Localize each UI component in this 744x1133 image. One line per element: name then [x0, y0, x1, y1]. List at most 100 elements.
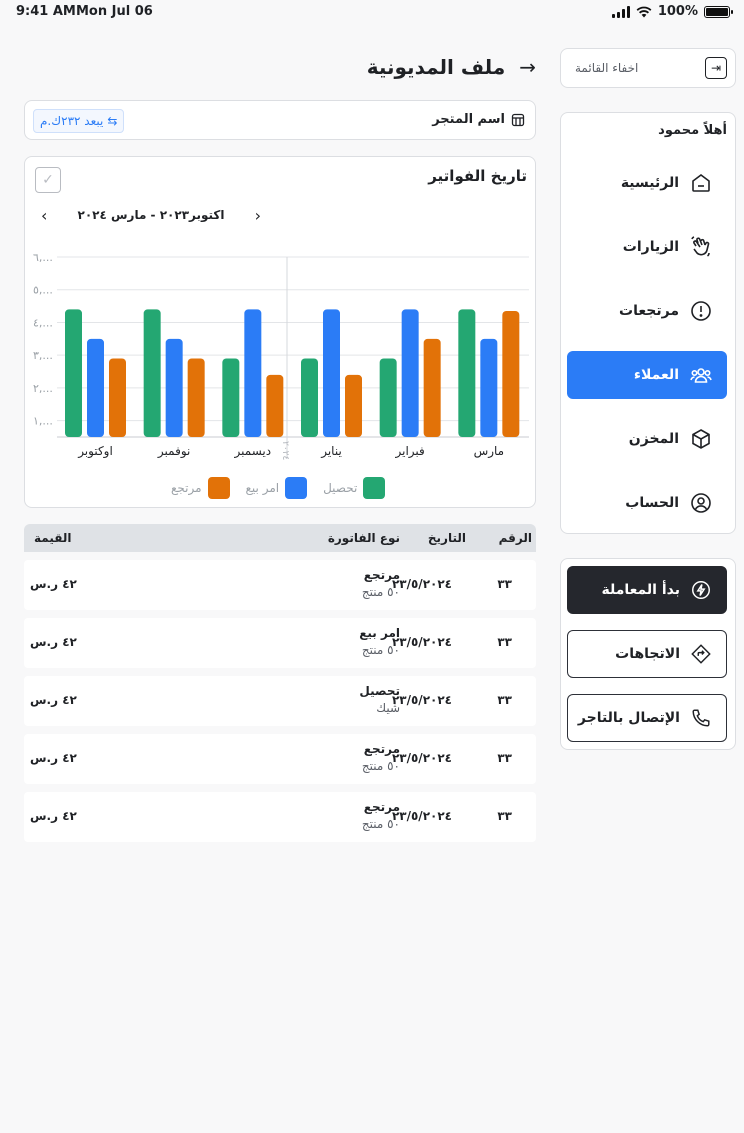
invoice-date: ٢٣/٥/٢٠٢٤ [391, 693, 452, 707]
invoice-number: ٣٣ [497, 809, 512, 823]
status-date: Mon Jul 06 [76, 4, 153, 19]
legend-item: امر بيع [246, 477, 308, 499]
chevron-left-icon[interactable]: ‹ [41, 206, 47, 225]
greeting: أهلاً محمود [658, 123, 727, 138]
wifi-icon [636, 6, 652, 17]
bar [379, 358, 397, 437]
x-tick-label: اوكتوبر [77, 444, 113, 459]
store-name: اسم المتجر [432, 112, 525, 127]
column-header-date: التاريخ [427, 531, 466, 545]
alert-circle-icon [691, 301, 711, 321]
invoice-type-label: مرتجع [363, 800, 400, 814]
sidebar-item-label: المخزن [628, 431, 679, 447]
y-tick-label: ٦,... [33, 251, 53, 264]
legend-swatch [285, 477, 308, 499]
distance-badge: يبعد ٢٣٢ك.م ⇆ [33, 109, 125, 133]
phone-icon [692, 709, 710, 727]
hide-menu-button[interactable]: اخفاء القائمة ⇥ [560, 48, 736, 88]
invoice-type-detail: ٥٠ منتج [361, 817, 400, 831]
directions-label: الاتجاهات [615, 646, 680, 662]
sidebar-item-label: العملاء [633, 367, 679, 383]
hide-menu-label: اخفاء القائمة [575, 61, 639, 75]
table-row[interactable]: ٣٣ ٢٣/٥/٢٠٢٤ تحصيل شيك ٤٢ ر.س [24, 676, 536, 726]
sidebar-item-visits[interactable]: الزيارات [567, 223, 727, 271]
invoice-type-label: امر بيع [359, 626, 400, 640]
back-arrow-icon[interactable]: → [519, 55, 536, 79]
page-header: ملف المديونية → [360, 52, 536, 82]
invoice-type-label: مرتجع [363, 568, 400, 582]
sidebar-item-account[interactable]: الحساب [567, 479, 727, 527]
home-icon [692, 174, 710, 192]
sidebar-nav: أهلاً محمود الرئيسية الزيارات مرتجعات ال… [560, 112, 736, 534]
start-transaction-button[interactable]: بدأ المعاملة [567, 566, 727, 614]
legend-label: امر بيع [245, 481, 280, 495]
invoice-date: ٢٣/٥/٢٠٢٤ [391, 751, 452, 765]
store-name-label: اسم المتجر [432, 112, 505, 127]
directions-button[interactable]: الاتجاهات [567, 630, 727, 678]
table-header: الرقم التاريخ نوع الفاتورة القيمة [24, 524, 536, 552]
battery-icon [704, 5, 733, 18]
invoice-type-label: تحصيل [359, 684, 400, 698]
date-range-nav: ‹ اكتوبر٢٠٢٣ - مارس ٢٠٢٤ › [41, 205, 261, 225]
sidebar-item-warehouse[interactable]: المخزن [567, 415, 727, 463]
table-row[interactable]: ٣٣ ٢٣/٥/٢٠٢٤ مرتجع ٥٠ منتج ٤٢ ر.س [24, 560, 536, 610]
bar [109, 358, 126, 437]
column-header-type: نوع الفاتورة [327, 531, 400, 545]
chart-legend: مرتجع امر بيع تحصيل [171, 477, 386, 499]
invoice-value: ٤٢ ر.س [30, 577, 77, 591]
bar [143, 309, 161, 437]
start-transaction-label: بدأ المعاملة [601, 582, 681, 598]
sidebar-item-customers[interactable]: العملاء [567, 351, 727, 399]
directions-icon [691, 644, 711, 664]
sidebar-item-label: الرئيسية [620, 175, 679, 191]
legend-swatch [363, 477, 386, 499]
sidebar-item-home[interactable]: الرئيسية [567, 159, 727, 207]
users-icon [690, 368, 712, 383]
x-tick-label: مارس [474, 444, 505, 459]
table-row[interactable]: ٣٣ ٢٣/٥/٢٠٢٤ مرتجع ٥٠ منتج ٤٢ ر.س [24, 734, 536, 784]
lightning-icon [692, 581, 710, 599]
invoice-type-detail: شيك [376, 701, 400, 715]
invoice-type: مرتجع ٥٠ منتج [362, 742, 400, 773]
x-tick-label: نوفمبر [157, 444, 190, 459]
y-tick-label: ٢,... [33, 382, 53, 395]
invoice-number: ٣٣ [497, 751, 512, 765]
store-icon [511, 113, 525, 126]
store-card: اسم المتجر يبعد ٢٣٢ك.م ⇆ [24, 100, 536, 140]
receipt-check-icon[interactable]: ✓ [35, 167, 61, 193]
page-title: ملف المديونية [366, 55, 506, 79]
invoice-type-detail: ٥٠ منتج [361, 759, 400, 773]
sidebar-item-returns[interactable]: مرتجعات [567, 287, 727, 335]
bar [401, 309, 419, 437]
box-icon [692, 429, 710, 449]
y-tick-label: ٤,... [33, 316, 53, 329]
year-divider-label: ٢٠٢٤ [280, 441, 290, 461]
bar [187, 358, 205, 437]
x-tick-label: يناير [320, 444, 342, 459]
legend-label: تحصيل [323, 481, 358, 495]
bar [222, 358, 240, 437]
table-row[interactable]: ٣٣ ٢٣/٥/٢٠٢٤ امر بيع ٥٠ منتج ٤٢ ر.س [24, 618, 536, 668]
invoice-date: ٢٣/٥/٢٠٢٤ [391, 635, 452, 649]
bar [345, 374, 362, 437]
legend-swatch [207, 477, 230, 499]
status-time: 9:41 AM [16, 4, 76, 19]
x-tick-label: ديسمبر [234, 444, 272, 459]
invoice-value: ٤٢ ر.س [30, 693, 77, 707]
hand-wave-icon [691, 236, 710, 257]
invoice-number: ٣٣ [497, 577, 512, 591]
invoice-value: ٤٢ ر.س [30, 809, 77, 823]
invoice-date: ٢٣/٥/٢٠٢٤ [391, 809, 452, 823]
invoice-number: ٣٣ [497, 635, 512, 649]
bar-chart: ١,... ٢,... ٣,... ٤,... ٥,... ٦,... ٢٠٢٤ اوكتوب… [33, 251, 529, 461]
table-row[interactable]: ٣٣ ٢٣/٥/٢٠٢٤ مرتجع ٥٠ منتج ٤٢ ر.س [24, 792, 536, 842]
invoice-type: مرتجع ٥٠ منتج [362, 568, 400, 599]
user-circle-icon [691, 493, 711, 513]
status-bar: 9:41 AM Mon Jul 06 100% [0, 0, 744, 24]
call-merchant-label: الإتصال بالتاجر [577, 710, 680, 726]
bar [301, 358, 318, 437]
call-merchant-button[interactable]: الإتصال بالتاجر [567, 694, 727, 742]
chevron-right-icon[interactable]: › [255, 206, 261, 225]
bar [266, 374, 284, 437]
bar [244, 309, 262, 437]
